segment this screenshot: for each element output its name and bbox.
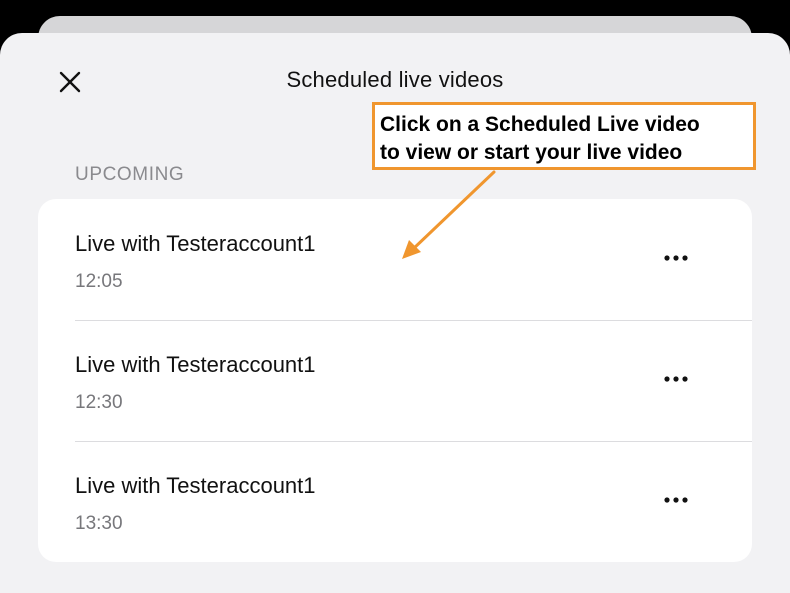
item-title: Live with Testeraccount1	[75, 352, 316, 377]
page-title: Scheduled live videos	[286, 67, 504, 92]
item-time: 12:30	[75, 392, 123, 413]
more-options-button[interactable]	[654, 243, 700, 273]
section-header-upcoming: UPCOMING	[75, 164, 185, 185]
scheduled-videos-list: Live with Testeraccount1 12:05 Live with…	[38, 199, 752, 562]
more-options-button[interactable]	[654, 485, 700, 515]
list-item[interactable]: Live with Testeraccount1 13:30	[38, 441, 752, 562]
item-time: 12:05	[75, 271, 123, 292]
item-time: 13:30	[75, 513, 123, 534]
callout-text-line-2: to view or start your live video	[380, 141, 683, 164]
more-horizontal-icon	[664, 497, 688, 503]
list-item[interactable]: Live with Testeraccount1 12:30	[38, 320, 752, 441]
more-horizontal-icon	[664, 255, 688, 261]
more-horizontal-icon	[664, 376, 688, 382]
list-item[interactable]: Live with Testeraccount1 12:05	[38, 199, 752, 320]
more-options-button[interactable]	[654, 364, 700, 394]
callout-text-line-1: Click on a Scheduled Live video	[380, 113, 700, 136]
item-title: Live with Testeraccount1	[75, 473, 316, 498]
tutorial-callout: Click on a Scheduled Live video to view …	[372, 102, 756, 170]
item-title: Live with Testeraccount1	[75, 231, 316, 256]
